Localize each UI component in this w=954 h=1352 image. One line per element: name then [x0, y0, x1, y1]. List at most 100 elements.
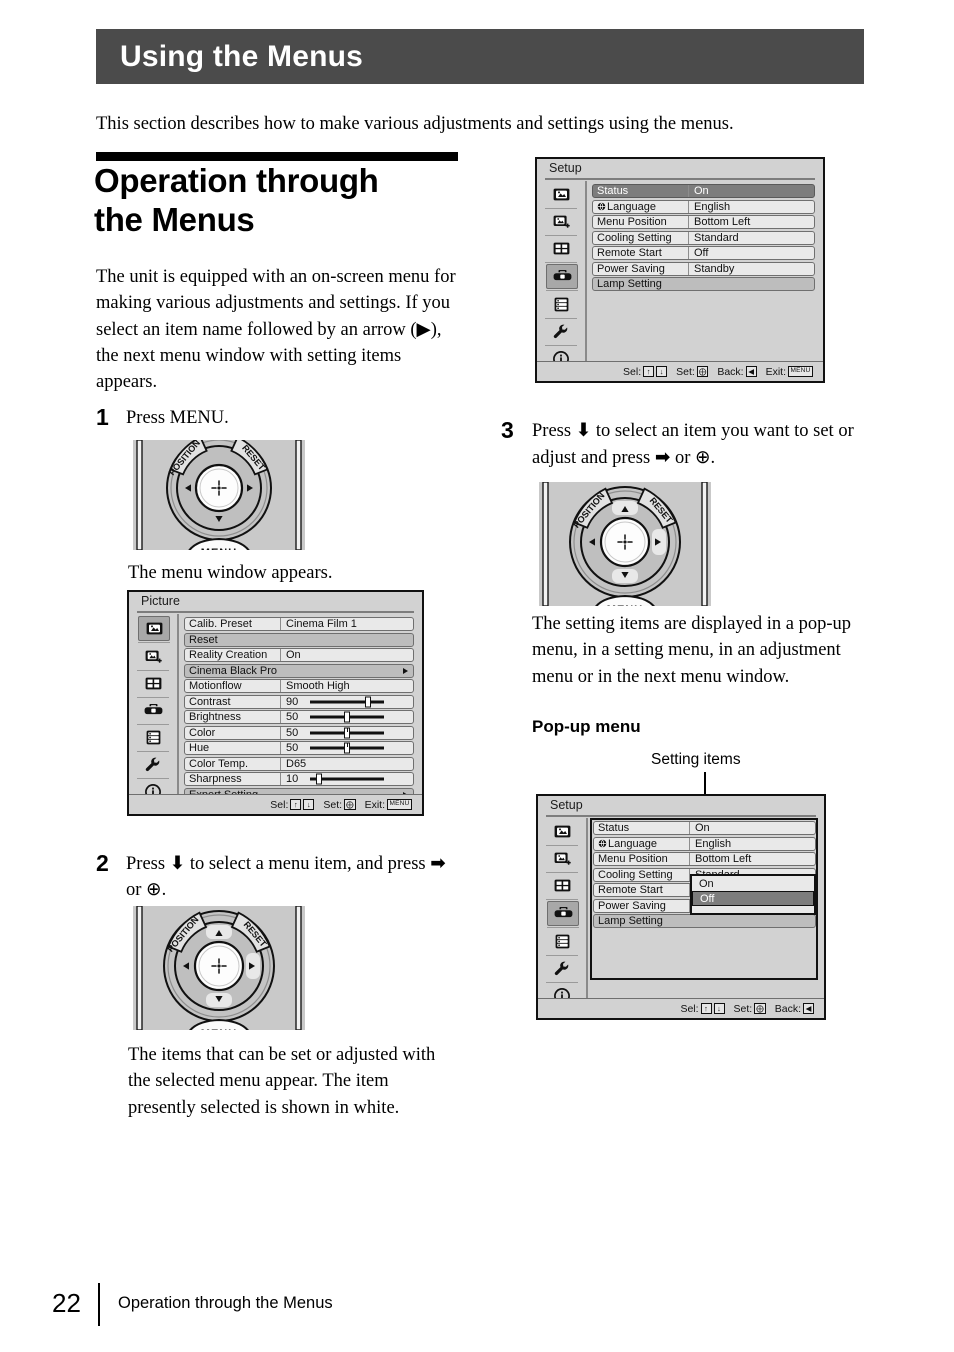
osd-row-divider	[688, 185, 689, 197]
step-2-text-c: or	[126, 879, 147, 900]
osd-row-value: 90	[286, 695, 299, 708]
footer-label: Operation through the Menus	[118, 1294, 333, 1312]
osd-row[interactable]: Power Saving Standby	[592, 261, 815, 276]
osd-row[interactable]: Cinema Black Pro	[184, 663, 414, 678]
osd-category-function-list-icon[interactable]	[545, 293, 577, 319]
osd-category-installation-wrench-icon[interactable]	[137, 753, 169, 779]
osd-title-divider	[137, 611, 414, 613]
osd-row-label: Color Temp.	[189, 757, 249, 770]
osd-row-value: 50	[286, 726, 299, 739]
osd-popup-option[interactable]: On	[692, 876, 814, 891]
osd-hint-exit: Exit: MENU	[365, 799, 412, 811]
page-number: 22	[52, 1288, 81, 1318]
osd-row-divider	[280, 757, 281, 770]
osd-category-installation-wrench-icon[interactable]	[546, 957, 578, 983]
osd-row[interactable]: Brightness 50	[184, 710, 414, 724]
setting-items-callout-label: Setting items	[651, 751, 741, 768]
step-1-result: The menu window appears.	[128, 563, 333, 583]
osd-row-label: Remote Start	[597, 247, 662, 259]
osd-hint-bar: Sel: ↑ ↓ Set: ⨁ Back: ◀	[538, 998, 824, 1018]
osd-category-installation-wrench-icon[interactable]	[545, 320, 577, 346]
osd-row[interactable]: Reset	[184, 632, 414, 647]
osd-title: Picture	[141, 594, 180, 608]
keycap-menu: MENU	[387, 799, 412, 810]
osd-row-label: Power Saving	[597, 262, 665, 275]
osd-category-screen-icon[interactable]	[137, 672, 169, 698]
osd-row[interactable]: Status On	[592, 184, 815, 198]
osd-category-screen-icon[interactable]	[546, 874, 578, 900]
osd-slider-track[interactable]	[310, 700, 384, 703]
step-2-text: Press ⬇ to select a menu item, and press…	[126, 851, 456, 904]
osd-row[interactable]: Contrast 90	[184, 694, 414, 709]
remote-control-image-2: POSITIONRESETMENU	[133, 906, 305, 1030]
osd-row-label: Contrast	[189, 695, 231, 708]
osd-row-divider	[280, 773, 281, 785]
osd-category-icon-column	[546, 820, 581, 1011]
osd-column-divider	[585, 181, 587, 364]
osd-row-divider	[280, 618, 281, 630]
section-lead-paragraph: The unit is equipped with an on-screen m…	[96, 267, 456, 393]
osd-row[interactable]: Calib. Preset Cinema Film 1	[184, 617, 414, 631]
osd-row[interactable]: Cooling Setting Standard	[592, 230, 815, 245]
osd-slider-knob[interactable]	[315, 773, 322, 785]
osd-category-picture-icon[interactable]	[138, 616, 170, 643]
osd-category-function-list-icon[interactable]	[546, 930, 578, 956]
keycap-enter: ⨁	[344, 799, 356, 810]
osd-row-label: Color	[189, 726, 216, 739]
keycap-up: ↑	[700, 1003, 712, 1014]
osd-slider-center-tick	[347, 727, 349, 732]
osd-category-function-list-icon[interactable]	[137, 726, 169, 752]
osd-slider-knob[interactable]	[344, 711, 350, 723]
osd-row[interactable]: Sharpness 10	[184, 772, 414, 786]
osd-category-picture-adjust-icon[interactable]	[546, 847, 578, 873]
osd-hint-back: Back: ◀	[775, 1003, 814, 1015]
osd-category-picture-icon[interactable]	[545, 183, 577, 209]
osd-popup-option[interactable]: Off	[692, 891, 814, 906]
osd-slider-knob[interactable]	[364, 696, 371, 707]
osd-category-setup-toolbox-icon[interactable]	[546, 264, 578, 291]
document-page: Using the Menus This section describes h…	[0, 0, 954, 1352]
osd-row[interactable]: Color 50	[184, 725, 414, 740]
osd-row[interactable]: Language English	[592, 199, 815, 214]
osd-hint-exit: Exit: MENU	[766, 366, 813, 378]
osd-category-picture-icon[interactable]	[546, 820, 578, 846]
osd-row-divider	[280, 711, 281, 723]
osd-row[interactable]: Remote Start Off	[592, 246, 815, 260]
osd-row[interactable]: Hue 50	[184, 741, 414, 755]
osd-settings-list: Status On Language English Menu Position Bott…	[592, 184, 815, 293]
step-3-text: Press ⬇ to select an item you want to se…	[532, 418, 862, 472]
keycap-left: ◀	[803, 1003, 814, 1014]
osd-row[interactable]: Menu Position Bottom Left	[592, 215, 815, 229]
osd-row-value: D65	[286, 757, 307, 770]
osd-row-label: Lamp Setting	[597, 278, 662, 290]
osd-category-picture-adjust-icon[interactable]	[545, 210, 577, 236]
step-2-number: 2	[96, 850, 109, 876]
osd-row-divider	[280, 649, 281, 661]
osd-row-value: 50	[286, 742, 299, 754]
osd-row-label: Menu Position	[597, 216, 667, 228]
osd-row[interactable]: Motionflow Smooth High	[184, 679, 414, 693]
keycap-down: ↓	[713, 1003, 725, 1014]
osd-hint-set: Set: ⨁	[733, 1002, 766, 1015]
right-arrow-icon: ➡	[430, 853, 446, 874]
osd-popup-option-list[interactable]: On Off	[690, 874, 816, 915]
osd-row-value: English	[694, 200, 731, 213]
keycap-down: ↓	[656, 366, 668, 377]
osd-title-divider	[546, 815, 816, 817]
osd-category-picture-adjust-icon[interactable]	[137, 645, 169, 671]
osd-row-value: Off	[694, 247, 709, 259]
osd-row[interactable]: Reality Creation On	[184, 648, 414, 662]
osd-row[interactable]: Lamp Setting	[592, 277, 815, 291]
step-2-result: The items that can be set or adjusted wi…	[128, 1045, 436, 1118]
osd-category-screen-icon[interactable]	[545, 237, 577, 263]
page-header-banner: Using the Menus	[96, 29, 864, 84]
osd-row-divider	[688, 216, 689, 228]
osd-category-setup-toolbox-icon[interactable]	[547, 901, 579, 928]
osd-row-value: Cinema Film 1	[286, 618, 357, 630]
enter-button-icon: ⊕	[146, 879, 162, 900]
osd-title-divider	[545, 178, 815, 180]
osd-category-setup-toolbox-icon[interactable]	[137, 699, 169, 725]
osd-row[interactable]: Color Temp. D65	[184, 756, 414, 771]
osd-row-divider	[688, 262, 689, 275]
osd-row-label: Sharpness	[189, 773, 242, 785]
